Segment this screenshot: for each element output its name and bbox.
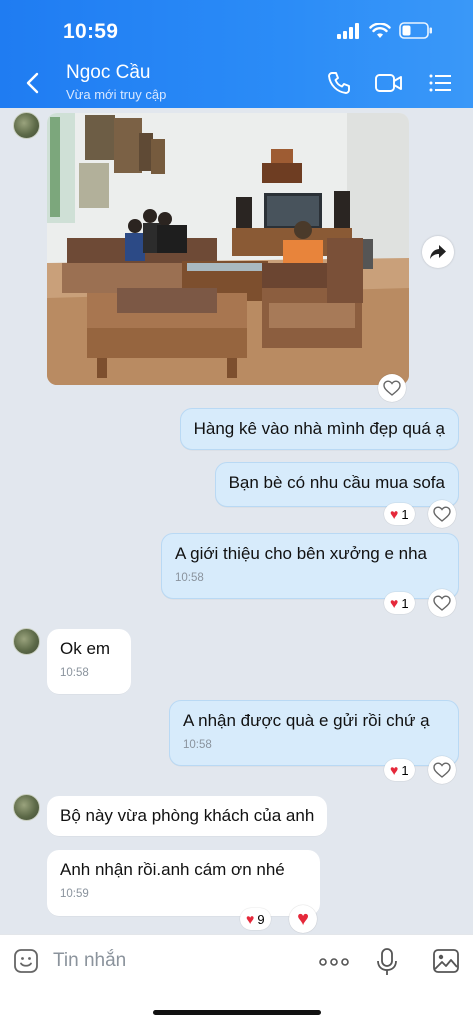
wifi-icon: [369, 22, 391, 38]
menu-icon[interactable]: [428, 70, 454, 96]
message-text: A giới thiệu cho bên xưởng e nha: [175, 544, 428, 563]
phone-icon[interactable]: [326, 70, 352, 96]
heart-icon: ♥: [390, 506, 399, 522]
react-button[interactable]: [428, 589, 456, 617]
more-icon[interactable]: [318, 957, 350, 967]
heart-outline-icon: [433, 595, 451, 611]
reaction-number: 1: [401, 506, 409, 522]
message-text: Bộ này vừa phòng khách của anh: [60, 806, 315, 825]
reaction-number: 9: [257, 911, 265, 927]
video-call-icon[interactable]: [374, 70, 404, 96]
contact-avatar[interactable]: [13, 628, 40, 655]
living-room-photo: [47, 113, 409, 385]
react-button[interactable]: [428, 500, 456, 528]
battery-icon: [399, 22, 432, 39]
heart-icon: ♥: [246, 911, 255, 927]
message-text: A nhận được quà e gửi rồi chứ ạ: [183, 711, 430, 730]
heart-filled-icon: ♥: [297, 908, 309, 930]
reaction-count[interactable]: ♥ 1: [384, 503, 415, 525]
back-arrow-icon[interactable]: [22, 70, 46, 96]
message-text: Ok em: [60, 639, 111, 658]
message-text: Hàng kê vào nhà mình đẹp quá ạ: [193, 419, 445, 438]
reaction-count[interactable]: ♥ 1: [384, 759, 415, 781]
reaction-count[interactable]: ♥ 9: [240, 908, 271, 930]
heart-outline-icon: [433, 506, 451, 522]
chat-area[interactable]: Hàng kê vào nhà mình đẹp quá ạ Bạn bè có…: [0, 108, 473, 934]
heart-outline-icon: [383, 380, 401, 396]
message-time: 10:58: [175, 572, 204, 584]
message-time: 10:58: [60, 667, 89, 679]
signal-icon: [337, 22, 359, 39]
message-sent[interactable]: Bạn bè có nhu cầu mua sofa: [214, 462, 459, 507]
message-sent[interactable]: A nhận được quà e gửi rồi chứ ạ 10:58: [169, 700, 459, 766]
heart-outline-icon: [433, 762, 451, 778]
reaction-number: 1: [401, 595, 409, 611]
message-input[interactable]: Tin nhắn: [53, 950, 126, 972]
image-icon[interactable]: [432, 948, 460, 974]
message-input-bar: Tin nhắn: [0, 934, 473, 1024]
message-received[interactable]: Bộ này vừa phòng khách của anh: [47, 796, 328, 836]
reaction-count[interactable]: ♥ 1: [384, 592, 415, 614]
heart-icon: ♥: [390, 595, 399, 611]
contact-avatar[interactable]: [13, 112, 40, 139]
photo-react-button[interactable]: [378, 374, 406, 402]
message-text: Anh nhận rồi.anh cám ơn nhé: [60, 860, 285, 879]
message-text: Bạn bè có nhu cầu mua sofa: [228, 473, 445, 492]
presence-status: Vừa mới truy cập: [66, 87, 167, 102]
status-time: 10:59: [63, 20, 119, 43]
react-button[interactable]: [428, 756, 456, 784]
message-time: 10:59: [60, 888, 89, 900]
contact-avatar[interactable]: [13, 794, 40, 821]
sticker-icon[interactable]: [13, 948, 39, 974]
message-sent[interactable]: Hàng kê vào nhà mình đẹp quá ạ: [179, 408, 459, 450]
contact-name[interactable]: Ngoc Cầu: [66, 62, 151, 84]
message-time: 10:58: [183, 739, 212, 751]
share-forward-button[interactable]: [422, 236, 454, 268]
message-received[interactable]: Ok em 10:58: [47, 629, 131, 694]
microphone-icon[interactable]: [376, 947, 398, 977]
message-sent[interactable]: A giới thiệu cho bên xưởng e nha 10:58: [161, 533, 459, 599]
share-forward-icon: [430, 245, 446, 259]
status-icons: [337, 22, 433, 39]
photo-message[interactable]: [47, 113, 409, 385]
chat-header: 10:59 Ngoc Cầu Vừa mới truy cập: [0, 0, 473, 108]
reaction-number: 1: [401, 762, 409, 778]
home-indicator: [153, 1010, 321, 1015]
react-button[interactable]: ♥: [289, 905, 317, 933]
message-received[interactable]: Anh nhận rồi.anh cám ơn nhé 10:59: [47, 850, 320, 916]
heart-icon: ♥: [390, 762, 399, 778]
